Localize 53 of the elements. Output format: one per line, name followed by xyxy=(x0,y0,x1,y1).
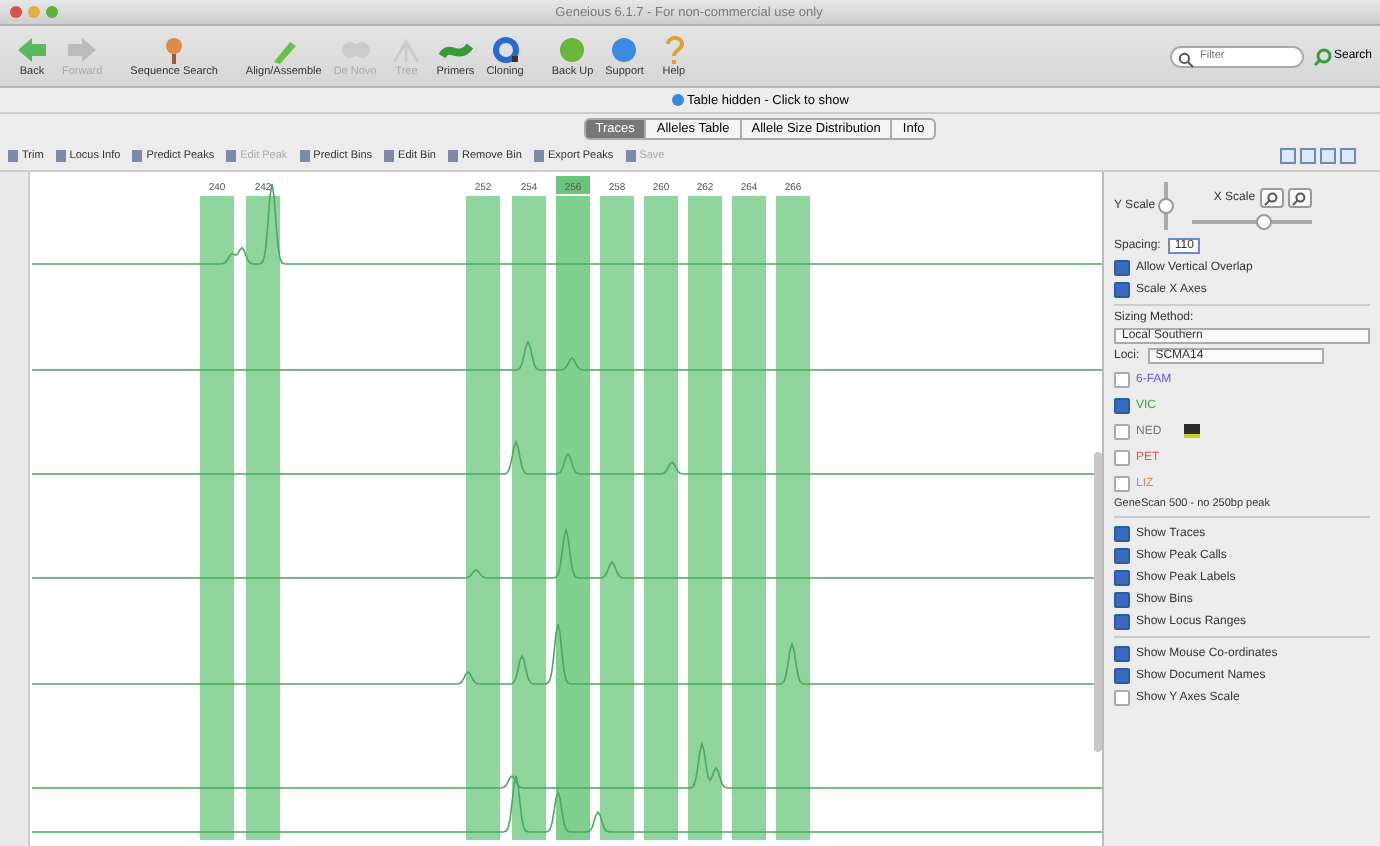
checkbox[interactable] xyxy=(1114,475,1130,491)
ring-icon xyxy=(487,34,524,66)
zoom-out-button[interactable] xyxy=(1287,188,1312,208)
magnifier-icon xyxy=(1292,191,1307,205)
document-icon xyxy=(384,150,395,162)
selected-bin-marker xyxy=(556,176,590,194)
bin-band[interactable] xyxy=(688,196,722,840)
bin-band[interactable] xyxy=(200,196,234,840)
checkbox[interactable] xyxy=(1114,613,1130,629)
bin-band[interactable] xyxy=(512,196,546,840)
zoom-in-button[interactable] xyxy=(1259,188,1284,208)
magnifier-icon xyxy=(1264,191,1279,205)
checkbox[interactable] xyxy=(1114,371,1130,387)
close-icon[interactable] xyxy=(10,6,22,18)
bin-band[interactable] xyxy=(600,196,634,840)
checkbox[interactable] xyxy=(1114,547,1130,563)
checkbox[interactable] xyxy=(1114,645,1130,661)
scrollbar[interactable] xyxy=(1094,452,1102,752)
checkbox[interactable] xyxy=(1114,397,1130,413)
slider-thumb[interactable] xyxy=(1157,198,1174,214)
search-icon xyxy=(1313,47,1332,65)
checkbox[interactable] xyxy=(1114,423,1130,439)
left-arrow-icon xyxy=(14,34,50,66)
right-arrow-icon xyxy=(64,34,101,66)
view-options-drawing[interactable] xyxy=(1280,148,1356,164)
bin-band[interactable] xyxy=(556,196,590,840)
minimize-icon[interactable] xyxy=(28,6,40,18)
document-icon xyxy=(448,150,458,162)
bin-band[interactable] xyxy=(732,196,766,840)
document-icon xyxy=(625,150,636,162)
document-icon xyxy=(533,150,544,162)
document-icon xyxy=(132,150,143,162)
y-scale-slider[interactable] xyxy=(1163,182,1168,230)
document-icon xyxy=(226,150,237,162)
slider-thumb[interactable] xyxy=(1255,214,1272,230)
document-icon xyxy=(299,150,310,162)
zoom-icon[interactable] xyxy=(46,6,58,18)
checkbox[interactable] xyxy=(1114,281,1130,297)
dye-thumbnail-icon xyxy=(1183,424,1200,438)
checkbox[interactable] xyxy=(1114,591,1130,607)
checkbox[interactable] xyxy=(1114,525,1130,541)
document-icon xyxy=(55,150,66,162)
bin-band[interactable] xyxy=(466,196,500,840)
checkbox[interactable] xyxy=(1114,689,1130,705)
document-icon xyxy=(8,150,18,162)
checkbox[interactable] xyxy=(1114,449,1130,465)
checkbox[interactable] xyxy=(1114,569,1130,585)
bin-band[interactable] xyxy=(776,196,810,840)
bin-band[interactable] xyxy=(246,196,280,840)
info-icon xyxy=(671,94,684,106)
checkbox[interactable] xyxy=(1114,667,1130,683)
checkbox[interactable] xyxy=(1114,259,1130,275)
bin-band[interactable] xyxy=(644,196,678,840)
